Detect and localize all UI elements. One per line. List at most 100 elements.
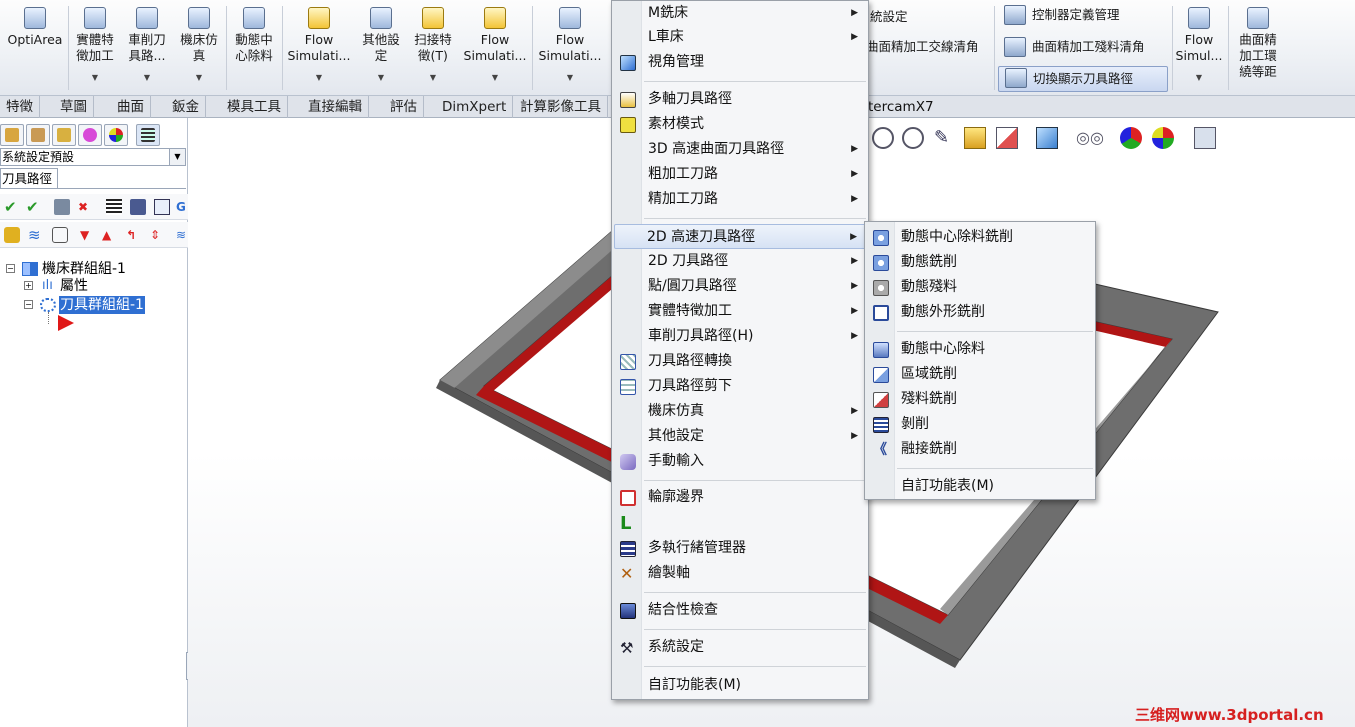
- other-settings-button[interactable]: 其他設 定 ▼: [356, 4, 406, 92]
- backplot-icon[interactable]: [106, 199, 122, 215]
- menu-item-system-settings[interactable]: ⚒ 系統設定: [614, 635, 866, 660]
- select-all-icon[interactable]: ✔: [4, 199, 20, 215]
- collapse-icon[interactable]: −: [24, 300, 33, 309]
- verify-icon[interactable]: [130, 199, 146, 215]
- zoom-area-icon[interactable]: [902, 127, 924, 149]
- submenu-item-blend-mill[interactable]: 《融接銑削: [867, 437, 1093, 462]
- expand-icon[interactable]: +: [24, 281, 33, 290]
- surface-rest-corner-item[interactable]: 曲面精加工殘料清角: [998, 36, 1166, 58]
- dimxpert-tab[interactable]: [78, 124, 102, 146]
- display-settings-icon[interactable]: [1194, 127, 1216, 149]
- submenu-item-area-mill[interactable]: 區域銑削: [867, 362, 1093, 387]
- property-tab[interactable]: [26, 124, 50, 146]
- menu-item-3d-hst[interactable]: 3D 高速曲面刀具路徑 ▶: [614, 137, 866, 162]
- menu-item-mill[interactable]: M銑床 ▶: [614, 1, 866, 26]
- submenu-item-dyn-core-mill[interactable]: 動態中心除料銑削: [867, 225, 1093, 250]
- insert-arrow-icon[interactable]: ↰: [126, 227, 142, 243]
- menu-item-trim[interactable]: 刀具路徑剪下: [614, 374, 866, 399]
- toolpath-subtab[interactable]: 刀具路徑: [0, 168, 58, 188]
- toolpath-tab[interactable]: [136, 124, 160, 146]
- tab-direct-edit[interactable]: 直接編輯: [302, 96, 369, 118]
- move-up-icon[interactable]: ▲: [102, 227, 118, 243]
- sweep-feature-button[interactable]: 扫接特 徵(T) ▼: [408, 4, 458, 92]
- chevron-down-icon[interactable]: ▼: [169, 149, 185, 165]
- menu-item-transform[interactable]: 刀具路徑轉換: [614, 349, 866, 374]
- flow-sim-4-button[interactable]: Flow Simul... ▼: [1174, 4, 1224, 92]
- machine-sim-button[interactable]: 機床仿 真 ▼: [174, 4, 224, 92]
- menu-item-finishing[interactable]: 精加工刀路 ▶: [614, 187, 866, 212]
- feature-tree-tab[interactable]: [0, 124, 24, 146]
- tab-sketch[interactable]: 草圖: [54, 96, 94, 118]
- surface-finish-scallop-button[interactable]: 曲面精 加工環 繞等距: [1230, 4, 1286, 92]
- tree-item-machine-group[interactable]: − 機床群組組-1: [6, 260, 186, 278]
- lathe-toolpath-button[interactable]: 車削刀 具路... ▼: [122, 4, 172, 92]
- menu-item-draw-axis[interactable]: ✕ 繪製軸: [614, 561, 866, 586]
- hide-show-icon[interactable]: ◎◎: [1076, 127, 1104, 149]
- machine-defaults-dropdown[interactable]: 系統設定預設 ▼: [0, 148, 186, 166]
- appearance-icon[interactable]: [1120, 127, 1142, 149]
- display-style-icon[interactable]: [1036, 127, 1058, 149]
- menu-item-2d-hst[interactable]: 2D 高速刀具路徑 ▶: [614, 224, 866, 249]
- submenu-item-dyn-core[interactable]: 動態中心除料: [867, 337, 1093, 362]
- tab-dimxpert[interactable]: DimXpert: [436, 96, 514, 118]
- regenerate-icon[interactable]: [54, 199, 70, 215]
- menu-item-customize[interactable]: 自訂功能表(M): [614, 673, 866, 698]
- menu-item-contour-boundary[interactable]: 輪廓邊界: [614, 485, 866, 510]
- previous-view-icon[interactable]: ✎: [934, 127, 956, 149]
- appearance-tab[interactable]: [104, 124, 128, 146]
- wave-icon[interactable]: ≋: [28, 227, 44, 243]
- submenu-item-dyn-rest[interactable]: 動態殘料: [867, 275, 1093, 300]
- optiarea-button[interactable]: OptiArea: [4, 4, 66, 92]
- menu-item-view-manager[interactable]: 視角管理: [614, 50, 866, 75]
- flow-sim-button[interactable]: Flow Simulati... ▼: [284, 4, 354, 92]
- menu-item-manual-entry[interactable]: 手動輸入: [614, 449, 866, 474]
- flow-sim-3-button[interactable]: Flow Simulati... ▼: [534, 4, 606, 92]
- menu-item-machine-sim[interactable]: 機床仿真 ▶: [614, 399, 866, 424]
- scene-icon[interactable]: [1152, 127, 1174, 149]
- menu-item-other-settings[interactable]: 其他設定 ▶: [614, 424, 866, 449]
- menu-item-2d-toolpath[interactable]: 2D 刀具路徑 ▶: [614, 249, 866, 274]
- submenu-item-peel-mill[interactable]: 剝削: [867, 412, 1093, 437]
- insert-arrow-icon[interactable]: [58, 315, 74, 331]
- submenu-item-dyn-mill[interactable]: 動態銑削: [867, 250, 1093, 275]
- toggle-toolpath-display-item[interactable]: 切換顯示刀具路徑: [998, 66, 1168, 92]
- ghost-icon[interactable]: [52, 227, 68, 243]
- expand-collapse-icon[interactable]: ⇕: [150, 227, 166, 243]
- submenu-item-rest-mill[interactable]: 殘料銑削: [867, 387, 1093, 412]
- move-down-icon[interactable]: ▼: [80, 227, 96, 243]
- surface-finish-corner-item[interactable]: 曲面精加工交線清角: [862, 36, 992, 58]
- regenerate-dirty-icon[interactable]: ✖: [78, 199, 94, 215]
- submenu-item-dyn-contour[interactable]: 動態外形銑削: [867, 300, 1093, 325]
- menu-item-multithread[interactable]: 多執行緒管理器: [614, 536, 866, 561]
- tab-mold-tools[interactable]: 模具工具: [221, 96, 288, 118]
- submenu-item-customize[interactable]: 自訂功能表(M): [867, 474, 1093, 499]
- flow-sim-2-button[interactable]: Flow Simulati... ▼: [460, 4, 530, 92]
- tab-evaluate[interactable]: 評估: [384, 96, 424, 118]
- menu-item-multiaxis[interactable]: 多軸刀具路徑: [614, 87, 866, 112]
- tab-features[interactable]: 特徵: [0, 96, 40, 118]
- solid-feature-button[interactable]: 實體特 徵加工 ▼: [70, 4, 120, 92]
- config-tab[interactable]: [52, 124, 76, 146]
- collapse-icon[interactable]: −: [6, 264, 15, 273]
- post-icon[interactable]: [154, 199, 170, 215]
- tab-render-tools[interactable]: 計算影像工具: [514, 96, 608, 118]
- view-orientation-icon[interactable]: [996, 127, 1018, 149]
- system-settings-item[interactable]: 統設定: [866, 6, 992, 28]
- tab-surface[interactable]: 曲面: [111, 96, 151, 118]
- controller-definition-item[interactable]: 控制器定義管理: [998, 4, 1166, 26]
- menu-item-solid-feature[interactable]: 實體特徵加工 ▶: [614, 299, 866, 324]
- menu-item-roughing[interactable]: 粗加工刀路 ▶: [614, 162, 866, 187]
- tab-sheet-metal[interactable]: 鈑金: [166, 96, 206, 118]
- section-view-icon[interactable]: [964, 127, 986, 149]
- menu-item-associativity-check[interactable]: 結合性檢查: [614, 598, 866, 623]
- menu-item-stock-model[interactable]: 素材模式: [614, 112, 866, 137]
- tree-item-properties[interactable]: + ılı 屬性: [24, 277, 184, 295]
- dynamic-core-button[interactable]: 動態中 心除料: [228, 4, 280, 92]
- mastercam-tab[interactable]: tercamX7: [864, 96, 938, 118]
- select-invalid-icon[interactable]: ✔: [26, 199, 42, 215]
- menu-item-lathe[interactable]: L車床 ▶: [614, 25, 866, 50]
- zoom-fit-icon[interactable]: [872, 127, 894, 149]
- menu-item-point-circle[interactable]: 點/圓刀具路徑 ▶: [614, 274, 866, 299]
- lock-icon[interactable]: [4, 227, 20, 243]
- menu-item-lathe-toolpath[interactable]: 車削刀具路徑(H) ▶: [614, 324, 866, 349]
